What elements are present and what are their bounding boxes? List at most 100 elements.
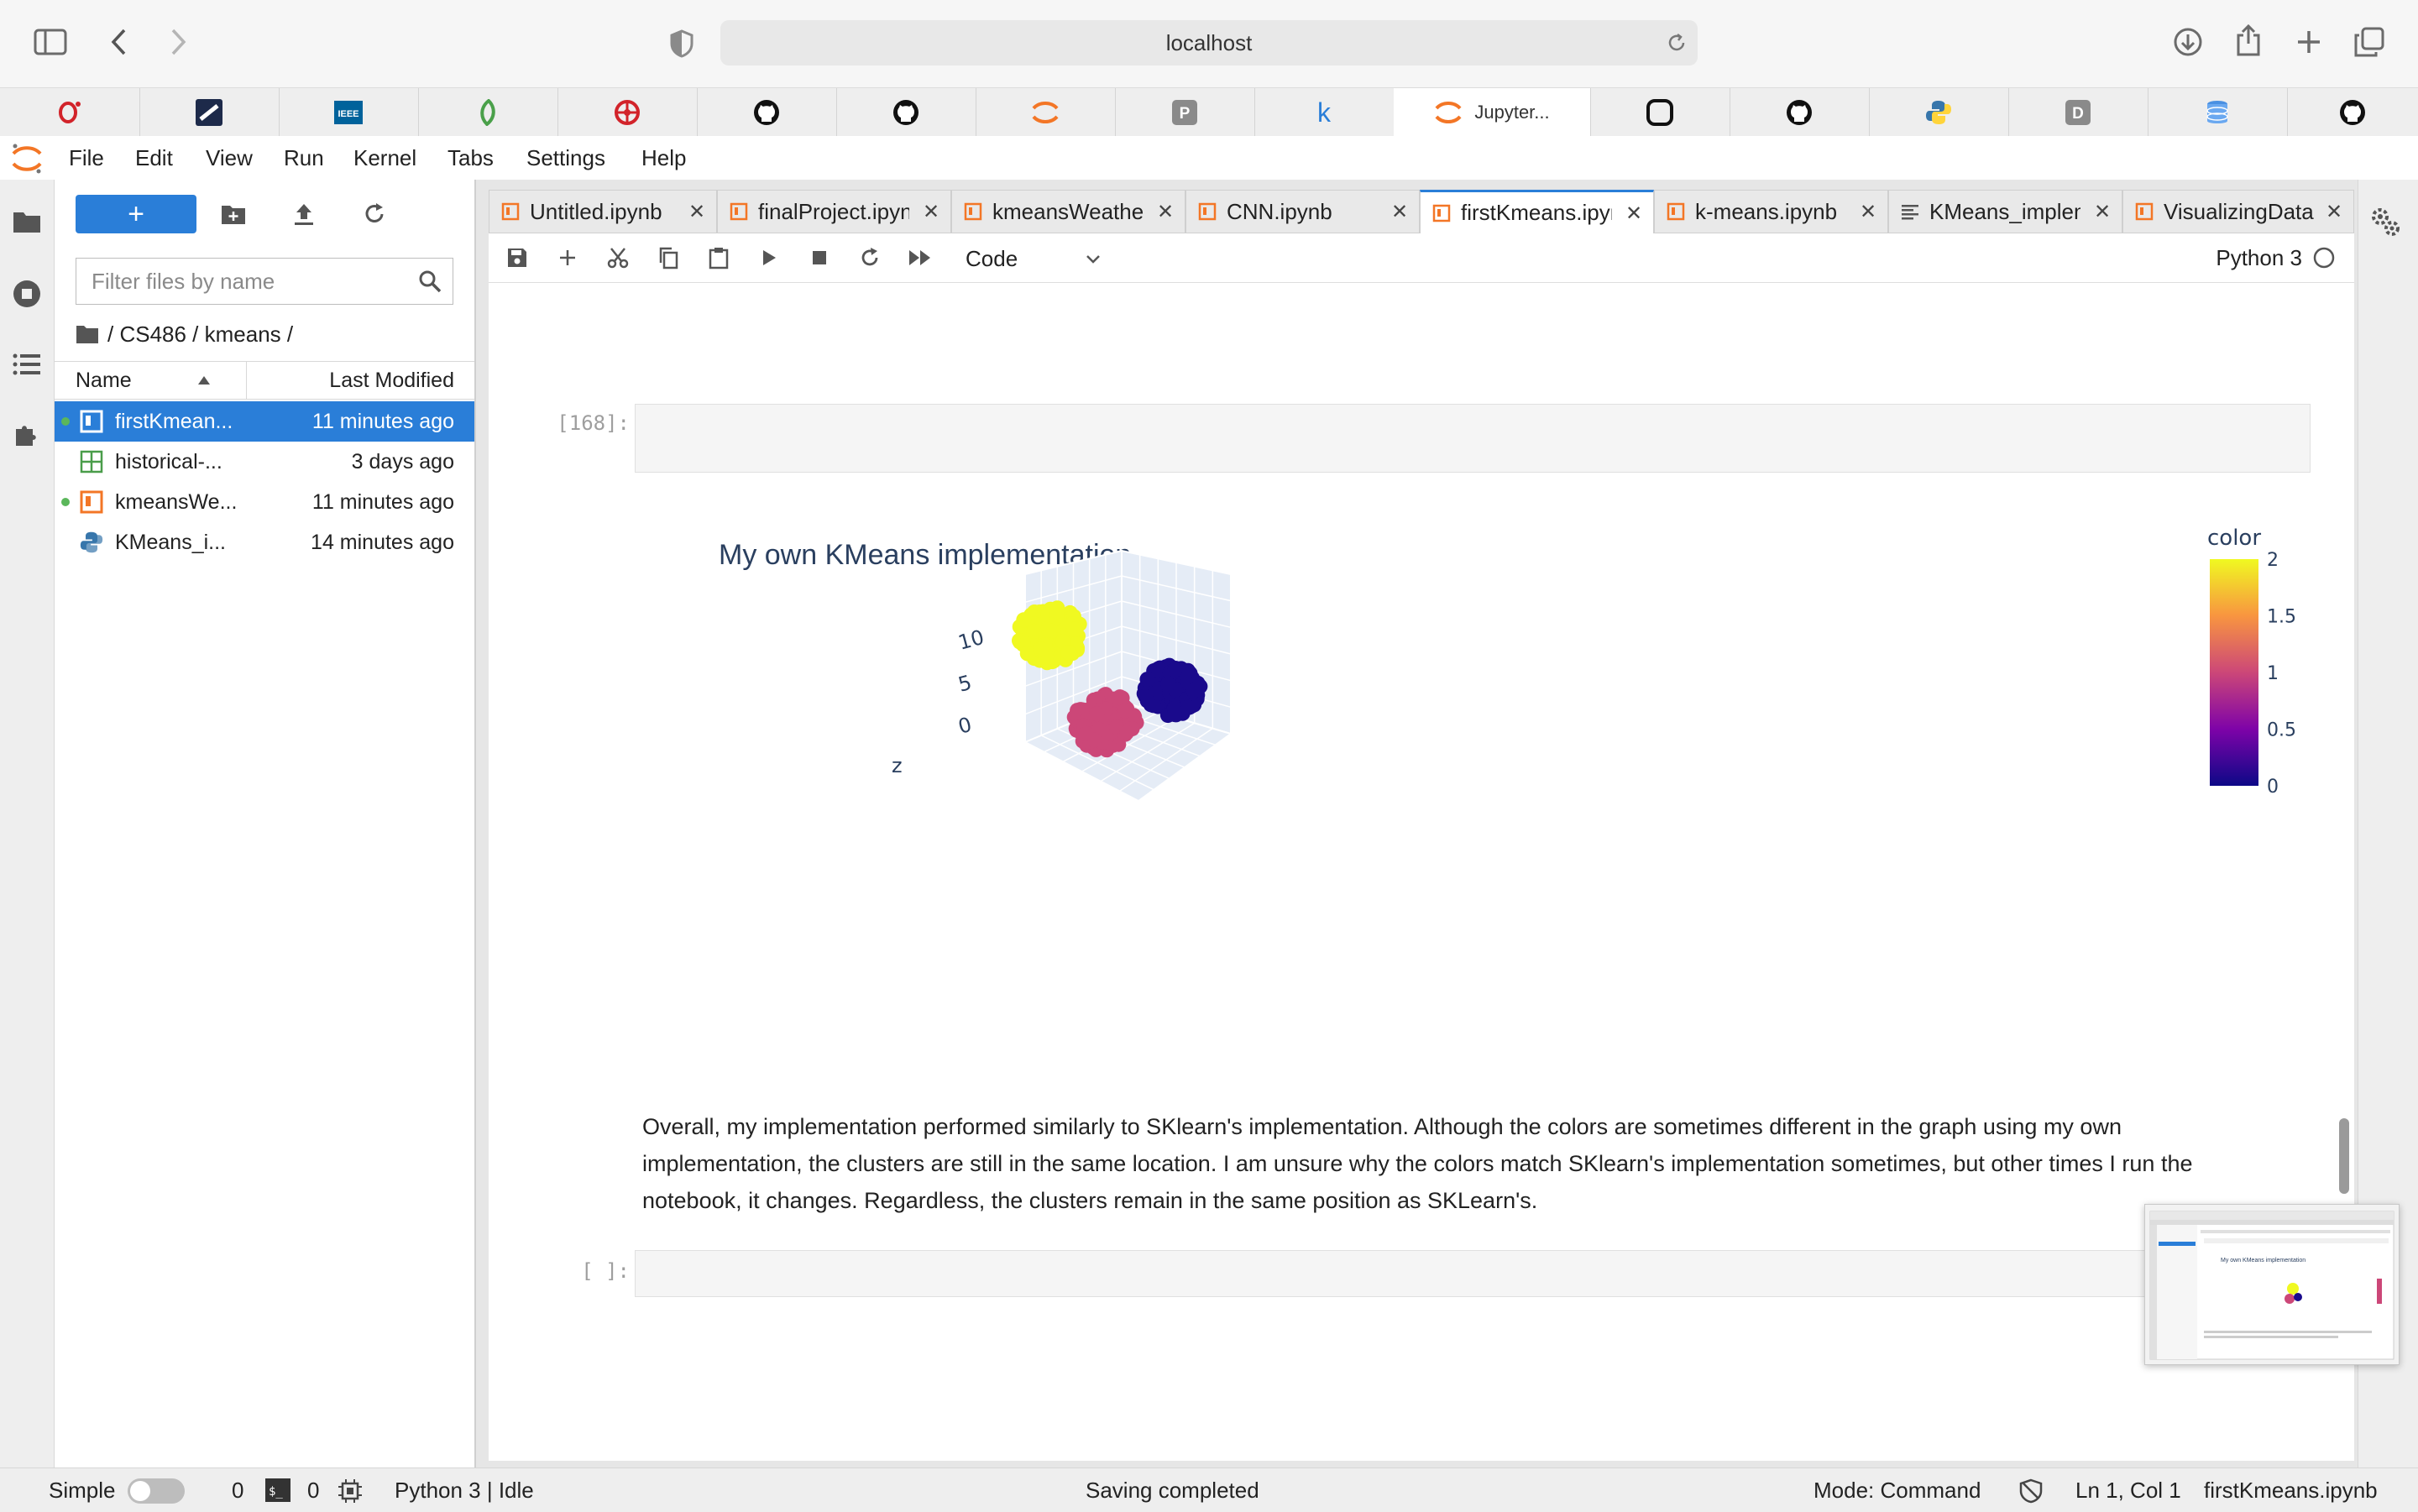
share-icon[interactable] [2230,22,2267,59]
back-icon[interactable] [101,24,138,60]
cpu-chip-icon[interactable] [338,1478,363,1504]
close-icon[interactable]: ✕ [1623,202,1645,225]
tab-untitled[interactable]: Untitled.ipynb ✕ [489,190,717,233]
menu-file[interactable]: File [69,136,104,180]
empty-code-cell[interactable] [635,1250,2311,1297]
extensions-icon[interactable] [7,415,47,455]
copy-icon[interactable] [650,240,687,275]
favorite-tab[interactable] [1590,88,1730,137]
close-icon[interactable]: ✕ [686,201,708,223]
menu-run[interactable]: Run [284,136,324,180]
cut-icon[interactable] [599,240,636,275]
downloads-icon[interactable] [2169,24,2206,60]
close-icon[interactable]: ✕ [1857,201,1879,223]
favorite-tab[interactable]: P [1115,88,1255,137]
filter-files-box[interactable] [76,258,453,305]
address-text[interactable]: localhost [720,20,1698,65]
favorite-tab[interactable] [1730,88,1870,137]
favorite-tab[interactable] [2148,88,2288,137]
simple-mode-toggle[interactable] [128,1478,185,1504]
plot-output[interactable]: My own KMeans implementation 10 5 0 z color… [635,482,2311,1044]
bug-off-icon[interactable] [2018,1478,2044,1504]
new-tab-icon[interactable] [2290,24,2327,60]
file-row[interactable]: KMeans_i... 14 minutes ago [55,522,474,562]
refresh-icon[interactable] [355,195,394,233]
property-inspector-icon[interactable] [2368,205,2402,238]
breadcrumb[interactable]: / CS486 / kmeans / [76,319,293,349]
tab-finalproject[interactable]: finalProject.ipynb ✕ [717,190,951,233]
address-bar[interactable]: localhost [720,20,1698,65]
favorite-tab[interactable] [2287,88,2418,137]
terminal-count[interactable]: 0 [232,1468,243,1512]
column-name[interactable]: Name [76,362,132,399]
menu-tabs[interactable]: Tabs [447,136,494,180]
close-icon[interactable]: ✕ [2323,201,2345,223]
close-icon[interactable]: ✕ [1389,201,1410,223]
column-last-modified[interactable]: Last Modified [329,362,454,399]
favorite-tab[interactable] [0,88,140,137]
reload-icon[interactable] [1666,32,1688,54]
file-row[interactable]: kmeansWe... 11 minutes ago [55,482,474,522]
favorite-tab[interactable] [1869,88,2009,137]
favorite-tab[interactable] [976,88,1116,137]
tab-k-means[interactable]: k-means.ipynb ✕ [1654,190,1888,233]
tab-cnn[interactable]: CNN.ipynb ✕ [1185,190,1420,233]
new-folder-icon[interactable] [214,195,253,233]
file-name[interactable]: KMeans_i... [115,522,226,562]
menu-kernel[interactable]: Kernel [353,136,416,180]
run-cell-icon[interactable] [751,240,788,275]
favorite-tab[interactable] [139,88,280,137]
favorite-tab[interactable] [836,88,976,137]
tab-visualizingdata[interactable]: VisualizingData.ipynb ✕ [2122,190,2354,233]
file-name[interactable]: firstKmean... [115,401,233,442]
file-row[interactable]: firstKmean... 11 minutes ago [55,401,474,442]
close-icon[interactable]: ✕ [2091,201,2113,223]
cursor-position[interactable]: Ln 1, Col 1 [2075,1468,2181,1512]
tab-kmeans-implementation[interactable]: KMeans_implementation.py ✕ [1888,190,2122,233]
kernel-count[interactable]: 0 [307,1468,319,1512]
tab-firstkmeans[interactable]: firstKmeans.ipynb ✕ [1420,190,1654,233]
menu-view[interactable]: View [206,136,253,180]
terminal-icon[interactable]: $_ [265,1478,290,1502]
run-all-icon[interactable] [902,240,939,275]
tab-kmeansweather[interactable]: kmeansWeather.ipynb ✕ [951,190,1185,233]
upload-icon[interactable] [285,195,323,233]
close-icon[interactable]: ✕ [1154,201,1176,223]
cell-type-value[interactable]: Code [966,246,1018,272]
menu-edit[interactable]: Edit [135,136,173,180]
scrollbar[interactable] [2339,1118,2349,1194]
running-sessions-icon[interactable] [7,274,47,314]
kernel-status[interactable]: Python 3 | Idle [395,1468,534,1512]
insert-cell-icon[interactable] [549,240,586,275]
forward-icon[interactable] [160,24,196,60]
kernel-name[interactable]: Python 3 [2216,245,2302,271]
privacy-shield-icon[interactable] [663,25,700,62]
scatter3d-plot[interactable]: My own KMeans implementation 1050z color… [635,482,2311,1044]
file-name[interactable]: kmeansWe... [115,482,237,522]
menu-help[interactable]: Help [641,136,686,180]
code-line[interactable]: fig = px.="kw-fn">scatter_="kw-num">3d(b… [644,467,2310,472]
favorite-tab[interactable] [418,88,558,137]
favorite-tab[interactable] [697,88,837,137]
menu-settings[interactable]: Settings [526,136,605,180]
favorite-tab[interactable]: D [2008,88,2148,137]
tab-overview-icon[interactable] [2351,24,2388,60]
markdown-cell[interactable]: Overall, my implementation performed sim… [642,1108,2279,1219]
favorite-tab[interactable] [557,88,698,137]
search-icon[interactable] [417,269,442,294]
folder-icon[interactable] [7,201,47,242]
file-name[interactable]: historical-... [115,442,222,482]
save-icon[interactable] [499,240,536,275]
close-icon[interactable]: ✕ [920,201,942,223]
interrupt-kernel-icon[interactable] [801,240,838,275]
favorite-tab-active[interactable]: Jupyter... [1394,88,1591,137]
kernel-indicator[interactable]: Python 3 [2216,233,2336,282]
favorite-tab[interactable]: k [1254,88,1395,137]
restart-kernel-icon[interactable] [851,240,888,275]
cell-type-select[interactable]: Code [966,242,1117,275]
window-thumbnail[interactable]: My own KMeans implementation [2144,1204,2400,1365]
filter-files-input[interactable] [76,259,412,304]
table-of-contents-icon[interactable] [7,344,47,385]
sidebar-toggle-icon[interactable] [32,24,69,60]
sort-ascending-icon[interactable] [197,375,211,385]
